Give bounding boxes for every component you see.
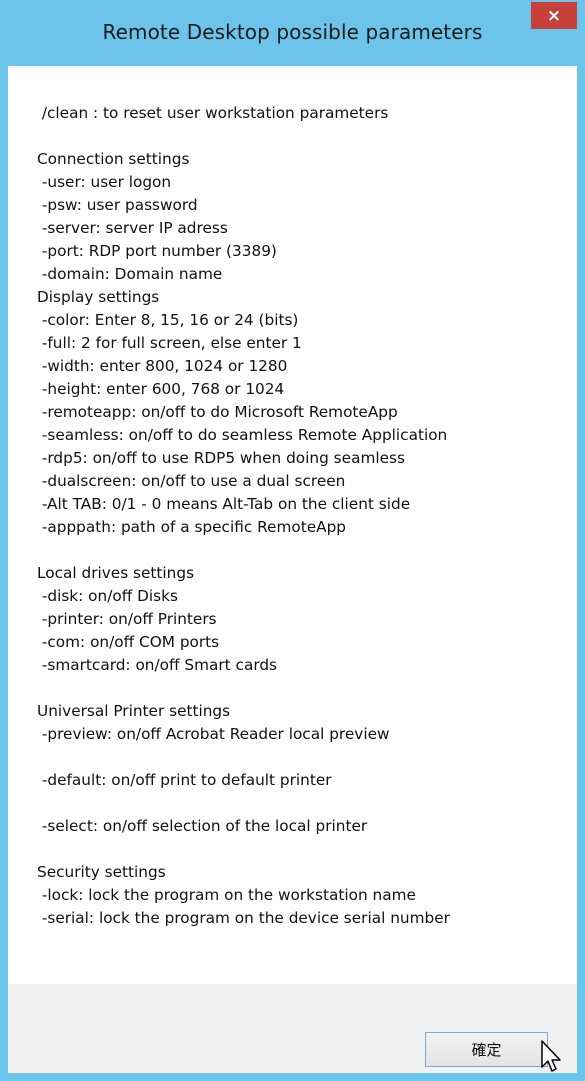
local-drives-item: -printer: on/off Printers (37, 610, 217, 628)
display-item: -height: enter 600, 768 or 1024 (37, 380, 285, 398)
clean-line: /clean : to reset user workstation param… (37, 104, 389, 122)
display-item: -Alt TAB: 0/1 - 0 means Alt-Tab on the c… (37, 495, 411, 513)
connection-heading: Connection settings (37, 150, 190, 168)
display-heading: Display settings (37, 288, 160, 306)
universal-printer-select: -select: on/off selection of the local p… (37, 817, 368, 835)
local-drives-heading: Local drives settings (37, 564, 195, 582)
display-item: -rdp5: on/off to use RDP5 when doing sea… (37, 449, 405, 467)
title-bar[interactable]: Remote Desktop possible parameters × (0, 0, 585, 66)
security-item: -lock: lock the program on the workstati… (37, 886, 416, 904)
display-item: -width: enter 800, 1024 or 1280 (37, 357, 288, 375)
display-item: -dualscreen: on/off to use a dual screen (37, 472, 346, 490)
dialog-body: /clean : to reset user workstation param… (8, 66, 577, 1073)
connection-item: -psw: user password (37, 196, 198, 214)
display-item: -remoteapp: on/off to do Microsoft Remot… (37, 403, 398, 421)
connection-item: -domain: Domain name (37, 265, 223, 283)
universal-printer-heading: Universal Printer settings (37, 702, 231, 720)
display-item: -color: Enter 8, 15, 16 or 24 (bits) (37, 311, 299, 329)
display-item: -full: 2 for full screen, else enter 1 (37, 334, 302, 352)
display-item: -seamless: on/off to do seamless Remote … (37, 426, 448, 444)
button-bar: 確定 (8, 984, 577, 1073)
local-drives-item: -disk: on/off Disks (37, 587, 178, 605)
display-item: -apppath: path of a specific RemoteApp (37, 518, 347, 536)
security-item: -serial: lock the program on the device … (37, 909, 450, 927)
universal-printer-default: -default: on/off print to default printe… (37, 771, 332, 789)
message-text: /clean : to reset user workstation param… (37, 102, 567, 930)
close-button[interactable]: × (531, 2, 577, 29)
local-drives-item: -com: on/off COM ports (37, 633, 220, 651)
close-icon: × (546, 5, 562, 26)
ok-button[interactable]: 確定 (425, 1032, 548, 1067)
universal-printer-preview: -preview: on/off Acrobat Reader local pr… (37, 725, 390, 743)
mouse-pointer-icon (541, 1040, 561, 1072)
connection-item: -user: user logon (37, 173, 172, 191)
window-title: Remote Desktop possible parameters (102, 20, 483, 44)
security-heading: Security settings (37, 863, 166, 881)
connection-item: -server: server IP adress (37, 219, 228, 237)
dialog-window: Remote Desktop possible parameters × /cl… (0, 0, 585, 1081)
local-drives-item: -smartcard: on/off Smart cards (37, 656, 278, 674)
connection-item: -port: RDP port number (3389) (37, 242, 277, 260)
